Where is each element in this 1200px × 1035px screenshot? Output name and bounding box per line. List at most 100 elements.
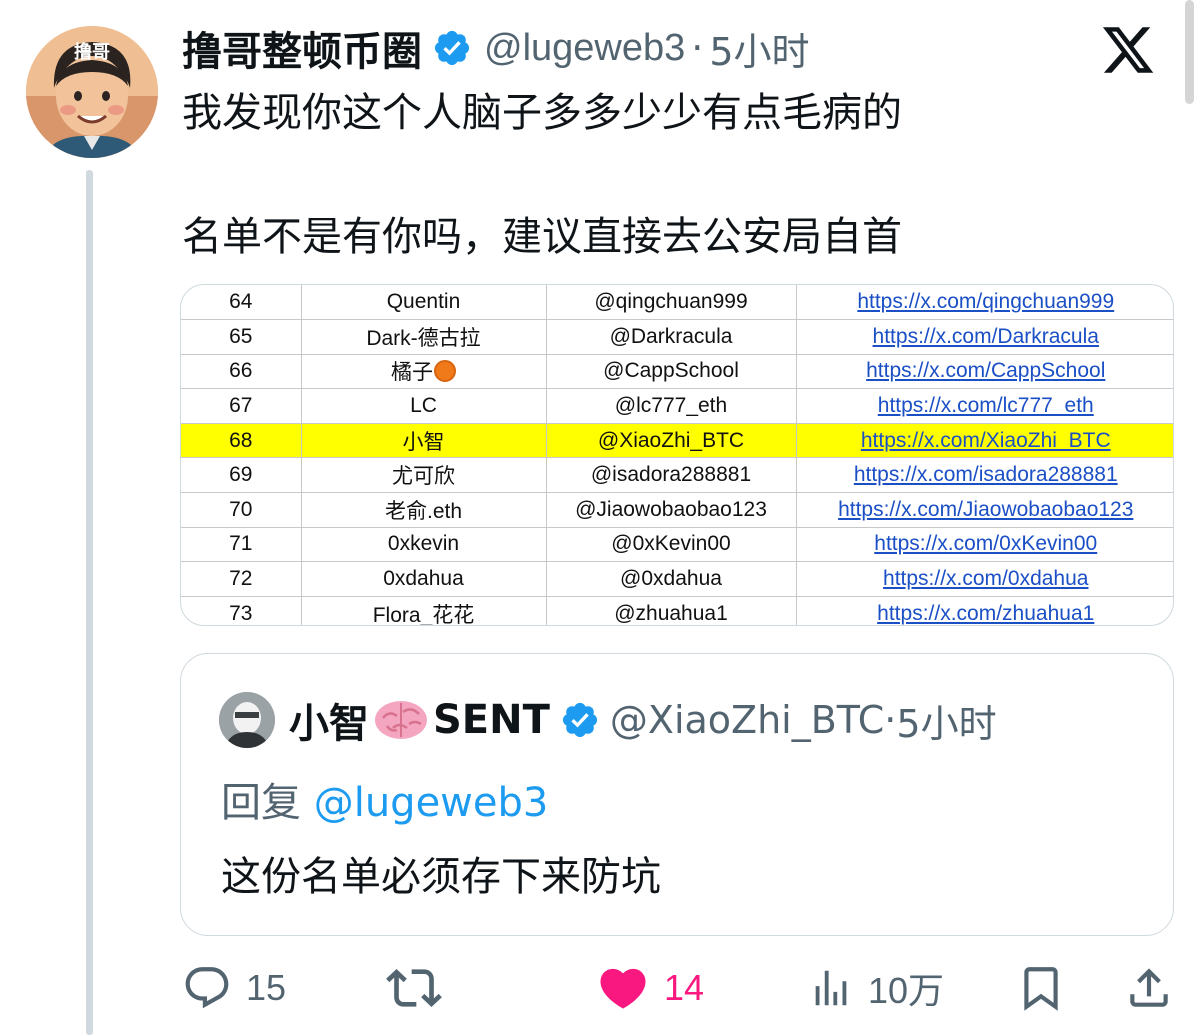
separator-dot: · (691, 26, 704, 70)
row-number: 67 (181, 388, 302, 424)
quote-text: 这份名单必须存下来防坑 (221, 854, 661, 900)
orange-emoji-icon (434, 360, 456, 383)
row-name: Flora_花花 (301, 596, 547, 625)
quote-header: 小智 SENT @XiaoZhi_BTC · 5小时 (219, 692, 997, 748)
quote-author-suffix[interactable]: SENT (433, 697, 550, 743)
row-number: 70 (181, 492, 302, 528)
like-button[interactable]: 14 (596, 958, 704, 1018)
table-row: 69 尤可欣 @isadora288881 https://x.com/isad… (181, 457, 1173, 494)
share-icon (1130, 968, 1168, 1007)
share-button[interactable] (1124, 958, 1174, 1018)
quote-time[interactable]: 5小时 (896, 693, 996, 748)
tweet-page: 撸哥 撸哥整顿币圈 @lugeweb3 · 5小时 我发现你这个人脑子多多少少有… (0, 0, 1200, 1035)
table-row: 66 橘子 @CappSchool https://x.com/CappScho… (181, 354, 1173, 390)
row-name: 尤可欣 (301, 457, 547, 494)
tweet-text-line: 名单不是有你吗，建议直接去公安局自首 (182, 214, 902, 260)
tweet-text: 我发现你这个人脑子多多少少有点毛病的 名单不是有你吗，建议直接去公安局自首 (182, 88, 902, 262)
row-handle: @zhuahua1 (546, 596, 797, 625)
thread-line (86, 170, 93, 1035)
row-number: 68 (181, 423, 302, 459)
row-name: 橘子 (391, 361, 433, 385)
row-name: 老俞.eth (301, 492, 547, 528)
like-count: 14 (664, 967, 705, 1008)
row-handle: @0xdahua (546, 561, 797, 597)
post-time[interactable]: 5小时 (709, 21, 809, 76)
row-name: 小智 (301, 423, 547, 459)
scrollbar[interactable] (1185, 0, 1194, 104)
row-handle: @lc777_eth (546, 388, 797, 424)
avatar-illustration: 撸哥 (26, 26, 158, 158)
row-name: Dark-德古拉 (301, 319, 547, 355)
tweet-image[interactable]: 64 Quentin @qingchuan999 https://x.com/q… (180, 284, 1174, 626)
row-name: Quentin (301, 285, 547, 321)
row-number: 65 (181, 319, 302, 355)
row-url: https://x.com/0xdahua (796, 561, 1173, 597)
tweet-text-line: 我发现你这个人脑子多多少少有点毛病的 (182, 90, 902, 136)
avatar-text: 撸哥 (74, 41, 110, 63)
row-handle: @CappSchool (546, 354, 797, 390)
retweet-button[interactable] (386, 958, 442, 1018)
row-url: https://x.com/isadora288881 (796, 457, 1173, 494)
row-url: https://x.com/zhuahua1 (796, 596, 1173, 625)
quoted-tweet[interactable]: 小智 SENT @XiaoZhi_BTC · 5小时 回复 @lugeweb3 … (180, 653, 1174, 936)
row-url: https://x.com/Darkracula (796, 319, 1173, 355)
row-url: https://x.com/XiaoZhi_BTC (796, 423, 1173, 459)
table-row: 64 Quentin @qingchuan999 https://x.com/q… (181, 285, 1173, 321)
row-url: https://x.com/lc777_eth (796, 388, 1173, 424)
reply-button[interactable]: 15 (182, 958, 286, 1018)
views-count: 10万 (868, 970, 945, 1011)
separator-dot: · (884, 698, 897, 742)
tweet-header: 撸哥整顿币圈 @lugeweb3 · 5小时 (182, 19, 810, 77)
table-row: 71 0xkevin @0xKevin00 https://x.com/0xKe… (181, 527, 1173, 563)
quote-author-avatar[interactable] (219, 692, 275, 748)
bookmark-icon (1024, 967, 1058, 1011)
views-chart-icon (815, 970, 847, 1006)
quote-avatar-image (219, 692, 275, 748)
verified-badge-icon (432, 28, 472, 68)
row-handle: @0xKevin00 (546, 527, 797, 563)
bookmark-button[interactable] (1016, 958, 1066, 1018)
row-number: 73 (181, 596, 302, 625)
quote-author-name[interactable]: 小智 (289, 691, 369, 749)
action-bar: 15 14 10万 (0, 958, 1200, 1018)
views-button[interactable]: 10万 (808, 958, 944, 1018)
row-handle: @qingchuan999 (546, 285, 797, 321)
table-row-highlighted: 68 小智 @XiaoZhi_BTC https://x.com/XiaoZhi… (181, 423, 1173, 459)
table-row: 72 0xdahua @0xdahua https://x.com/0xdahu… (181, 561, 1173, 597)
reply-count: 15 (246, 967, 287, 1008)
verified-badge-icon (560, 700, 600, 740)
table-row: 73 Flora_花花 @zhuahua1 https://x.com/zhua… (181, 596, 1173, 625)
row-name: LC (301, 388, 547, 424)
reply-prefix: 回复 (221, 780, 301, 826)
retweet-icon (386, 969, 442, 1007)
row-number: 71 (181, 527, 302, 563)
quote-author-handle[interactable]: @XiaoZhi_BTC (610, 698, 884, 742)
author-avatar[interactable]: 撸哥 (26, 26, 158, 158)
row-number: 72 (181, 561, 302, 597)
row-number: 64 (181, 285, 302, 321)
row-name: 0xkevin (301, 527, 547, 563)
row-name-cell: 橘子 (301, 354, 547, 390)
row-handle: @Darkracula (546, 319, 797, 355)
row-url: https://x.com/0xKevin00 (796, 527, 1173, 563)
row-url: https://x.com/qingchuan999 (796, 285, 1173, 321)
x-logo-icon[interactable] (1100, 22, 1156, 78)
row-handle: @isadora288881 (546, 457, 797, 494)
name-list-table: 64 Quentin @qingchuan999 https://x.com/q… (181, 285, 1173, 625)
reply-mention-link[interactable]: @lugeweb3 (314, 780, 549, 826)
author-handle[interactable]: @lugeweb3 (484, 27, 685, 70)
reply-icon (185, 967, 229, 1009)
author-name[interactable]: 撸哥整顿币圈 (182, 19, 422, 77)
row-url: https://x.com/CappSchool (796, 354, 1173, 390)
reply-context: 回复 @lugeweb3 (221, 770, 548, 828)
table-row: 65 Dark-德古拉 @Darkracula https://x.com/Da… (181, 319, 1173, 355)
row-handle: @XiaoZhi_BTC (546, 423, 797, 459)
row-handle: @Jiaowobaobao123 (546, 492, 797, 528)
row-url: https://x.com/Jiaowobaobao123 (796, 492, 1173, 528)
brain-emoji-icon (373, 698, 429, 742)
table-row: 70 老俞.eth @Jiaowobaobao123 https://x.com… (181, 492, 1173, 528)
row-number: 69 (181, 457, 302, 494)
heart-filled-icon (600, 968, 646, 1009)
row-number: 66 (181, 354, 302, 390)
row-name: 0xdahua (301, 561, 547, 597)
